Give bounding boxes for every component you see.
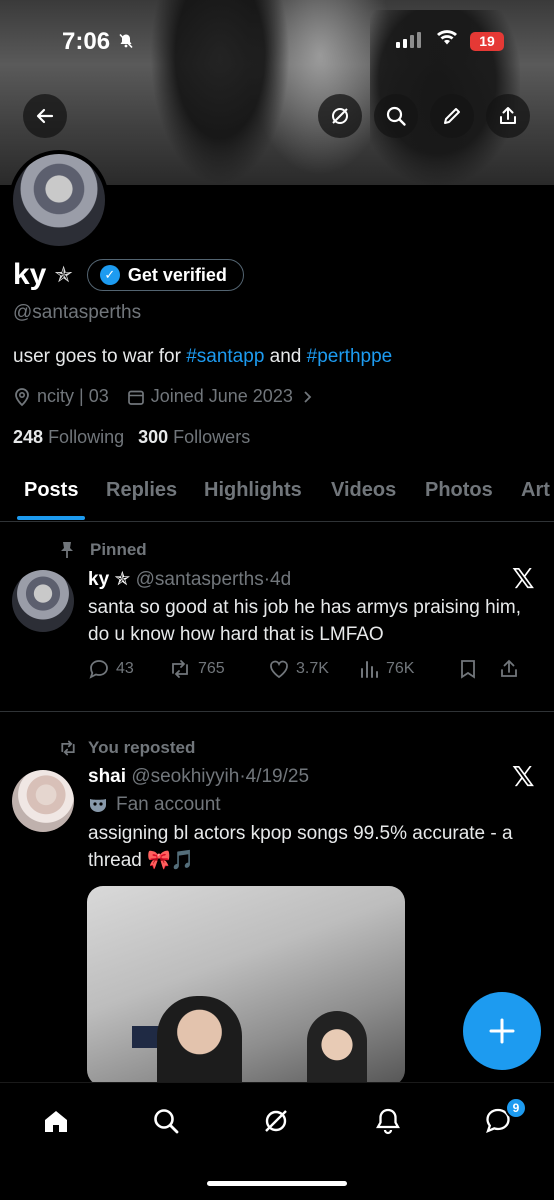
home-icon: [45, 1111, 67, 1132]
status-time: 7:06: [62, 28, 111, 55]
calendar-icon: [127, 390, 144, 405]
reply-button[interactable]: 43: [88, 658, 168, 680]
nav-grok[interactable]: [256, 1101, 296, 1141]
cell-signal-icon: [396, 32, 421, 48]
edit-button[interactable]: [430, 94, 474, 138]
tab-replies[interactable]: Replies: [106, 479, 177, 502]
pin-icon: [61, 542, 73, 558]
location-pin-icon: [15, 387, 29, 406]
repost-button[interactable]: 765: [168, 658, 268, 680]
mask-icon: [90, 799, 106, 812]
post-time: 4/19/25: [245, 766, 310, 787]
profile-avatar[interactable]: [9, 150, 109, 250]
messages-badge: 9: [505, 1097, 527, 1119]
nav-home[interactable]: [36, 1101, 76, 1141]
repost-icon: [61, 740, 75, 756]
post-avatar[interactable]: [12, 770, 74, 832]
share-icon: [500, 107, 516, 124]
profile-joined: Joined June 2023: [150, 386, 293, 406]
arrow-left-icon: [36, 108, 54, 124]
bookmark-icon: [461, 660, 475, 679]
bell-icon: [376, 1108, 400, 1135]
reply-icon: [89, 660, 108, 679]
share-post-button[interactable]: [498, 658, 528, 680]
post-handle: @seokhiyyih: [131, 766, 240, 787]
post-avatar[interactable]: [12, 570, 74, 632]
verified-badge-icon: ✓: [99, 265, 120, 285]
post-context: Pinned: [58, 540, 147, 560]
fan-account-label: Fan account: [88, 794, 221, 816]
star-icon: ✯: [54, 262, 73, 287]
post-media-image[interactable]: [87, 886, 405, 1086]
status-bar: 7:06 19: [0, 24, 554, 58]
plus-icon: [489, 1018, 515, 1044]
post-time: 4d: [270, 569, 292, 590]
profile-name-row: ky ✯ ✓ Get verified: [13, 258, 244, 292]
post-text: santa so good at his job he has armys pr…: [88, 597, 522, 645]
post-header: ky ✯ @santasperths·4d: [88, 569, 292, 590]
grok-icon: [265, 1110, 287, 1132]
tab-photos[interactable]: Photos: [425, 479, 493, 502]
wifi-icon: [436, 28, 458, 52]
chevron-right-icon: [304, 390, 312, 403]
pencil-icon: [444, 108, 460, 124]
hashtag-santapp[interactable]: #santapp: [186, 346, 264, 367]
profile-name: ky: [13, 258, 47, 291]
share-button[interactable]: [486, 94, 530, 138]
profile-handle: @santasperths: [13, 302, 142, 323]
x-logo-icon: 𝕏: [512, 760, 535, 793]
followers-link[interactable]: 300 Followers: [138, 427, 250, 448]
get-verified-label: Get verified: [127, 264, 227, 285]
post-pinned[interactable]: Pinned ky ✯ @santasperths·4d 𝕏 santa so …: [0, 530, 554, 710]
tab-posts[interactable]: Posts: [24, 479, 78, 502]
bookmark-button[interactable]: [458, 658, 498, 680]
hashtag-perthppe[interactable]: #perthppe: [307, 346, 393, 367]
back-button[interactable]: [23, 94, 67, 138]
post-divider: [0, 711, 554, 712]
compose-button[interactable]: [463, 992, 541, 1070]
search-icon: [154, 1109, 179, 1134]
tab-videos[interactable]: Videos: [331, 479, 396, 502]
post-actions: 43 765 3.7K 76K: [88, 658, 542, 680]
home-indicator: [207, 1181, 347, 1186]
search-button[interactable]: [374, 94, 418, 138]
views-icon: [361, 661, 378, 678]
follow-stats: 248 Following 300 Followers: [13, 427, 250, 448]
silent-bell-icon: [118, 33, 134, 54]
battery-indicator: 19: [470, 32, 504, 51]
repost-icon: [172, 660, 188, 678]
post-header: shai @seokhiyyih·4/19/25: [88, 766, 310, 787]
heart-icon: [270, 660, 288, 679]
tab-articles[interactable]: Art: [521, 479, 550, 502]
profile-meta: ncity | 03 Joined June 2023: [13, 386, 315, 407]
profile-bio: user goes to war for #santapp and #perth…: [13, 346, 393, 367]
active-tab-indicator: [17, 516, 85, 520]
post-author: ky ✯: [88, 569, 131, 590]
grok-button[interactable]: [318, 94, 362, 138]
post-handle: @santasperths: [135, 569, 264, 590]
post-author: shai: [88, 766, 127, 787]
grok-icon: [332, 108, 348, 124]
x-logo-icon: 𝕏: [512, 562, 535, 595]
nav-notifications[interactable]: [368, 1101, 408, 1141]
media-person-left: [157, 996, 242, 1086]
following-link[interactable]: 248 Following: [13, 427, 124, 448]
search-icon: [386, 106, 406, 126]
post-context: You reposted: [58, 738, 195, 758]
profile-tabs: Posts Replies Highlights Videos Photos A…: [0, 470, 554, 522]
post-text: assigning bl actors kpop songs 99.5% acc…: [88, 823, 513, 871]
nav-search[interactable]: [146, 1101, 186, 1141]
tab-highlights[interactable]: Highlights: [204, 479, 302, 502]
media-person-right: [307, 1011, 367, 1086]
like-button[interactable]: 3.7K: [268, 658, 358, 680]
views-button[interactable]: 76K: [358, 658, 458, 680]
share-icon: [501, 659, 517, 677]
get-verified-button[interactable]: ✓ Get verified: [86, 259, 244, 291]
profile-location: ncity | 03: [37, 386, 109, 406]
